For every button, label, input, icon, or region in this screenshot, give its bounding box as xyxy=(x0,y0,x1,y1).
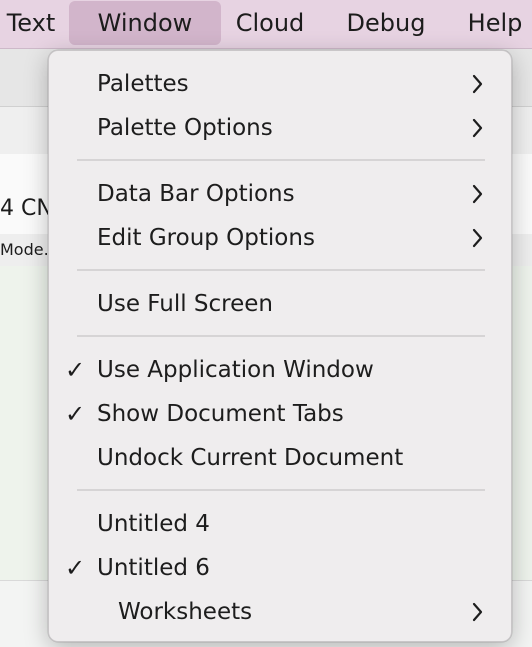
menu-item-use-application-window[interactable]: ✓ Use Application Window xyxy=(49,348,511,392)
menu-item-palette-options[interactable]: Palette Options xyxy=(49,106,511,150)
menu-item-use-full-screen[interactable]: Use Full Screen xyxy=(49,282,511,326)
menu-item-untitled-4[interactable]: Untitled 4 xyxy=(49,502,511,546)
menu-item-label: Untitled 4 xyxy=(97,511,210,537)
menu-item-label: Untitled 6 xyxy=(97,555,210,581)
menu-separator xyxy=(77,269,485,271)
menubar-help[interactable]: Help xyxy=(458,0,532,47)
menu-item-undock-current-document[interactable]: Undock Current Document xyxy=(49,436,511,480)
menu-item-label: Edit Group Options xyxy=(97,225,315,251)
window-menu: Palettes Palette Options Data Bar Option… xyxy=(48,50,512,642)
menu-item-label: Worksheets xyxy=(118,599,253,625)
menu-separator xyxy=(77,159,485,161)
menu-item-label: Data Bar Options xyxy=(97,181,295,207)
menu-item-untitled-6[interactable]: ✓ Untitled 6 xyxy=(49,546,511,590)
menu-item-label: Use Application Window xyxy=(97,357,374,383)
menubar-text[interactable]: Text xyxy=(0,0,62,47)
checkmark-icon: ✓ xyxy=(65,554,86,582)
chevron-right-icon xyxy=(472,118,483,138)
menubar-debug[interactable]: Debug xyxy=(340,0,432,47)
menu-item-label: Palettes xyxy=(97,71,189,97)
menu-item-label: Palette Options xyxy=(97,115,273,141)
menu-item-palettes[interactable]: Palettes xyxy=(49,62,511,106)
menu-item-data-bar-options[interactable]: Data Bar Options xyxy=(49,172,511,216)
menu-item-label: Undock Current Document xyxy=(97,445,404,471)
chevron-right-icon xyxy=(472,74,483,94)
checkmark-icon: ✓ xyxy=(65,356,86,384)
checkmark-icon: ✓ xyxy=(65,400,86,428)
chevron-right-icon xyxy=(472,184,483,204)
menu-separator xyxy=(77,335,485,337)
menubar-window[interactable]: Window xyxy=(69,1,221,45)
chevron-right-icon xyxy=(472,602,483,622)
menu-item-worksheets[interactable]: Worksheets xyxy=(49,590,511,634)
menu-item-edit-group-options[interactable]: Edit Group Options xyxy=(49,216,511,260)
background-mode-fragment: Mode. xyxy=(0,240,49,259)
background-text-fragment: 4 CN xyxy=(0,196,53,221)
menu-separator xyxy=(77,489,485,491)
menu-item-label: Show Document Tabs xyxy=(97,401,344,427)
menu-item-show-document-tabs[interactable]: ✓ Show Document Tabs xyxy=(49,392,511,436)
chevron-right-icon xyxy=(472,228,483,248)
menubar-cloud[interactable]: Cloud xyxy=(228,0,312,47)
menu-item-label: Use Full Screen xyxy=(97,291,273,317)
menu-bar: Text Window Cloud Debug Help xyxy=(0,0,532,49)
